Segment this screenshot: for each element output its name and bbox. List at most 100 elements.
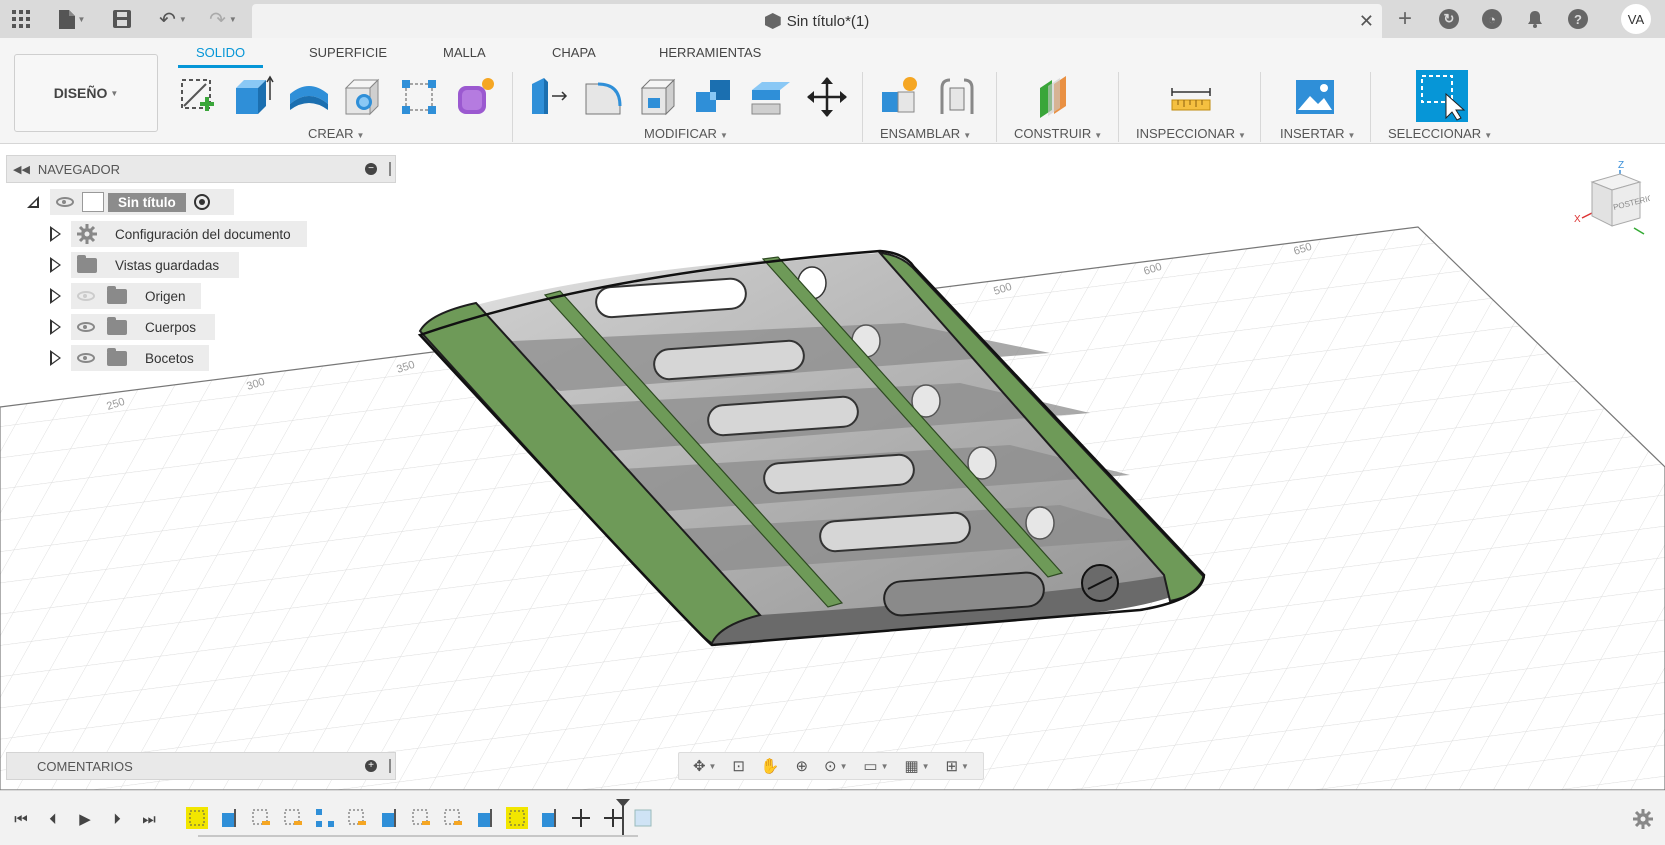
root-component-label[interactable]: Sin título [108,192,186,212]
group-seleccionar[interactable]: SELECCIONAR ▼ [1388,126,1492,141]
tab-superficie[interactable]: SUPERFICIE [309,45,387,60]
group-ensamblar[interactable]: ENSAMBLAR ▼ [880,126,971,141]
extensions-icon[interactable]: ↻ [1437,7,1461,31]
select-window-icon[interactable] [1416,70,1468,122]
new-tab-plus-icon[interactable]: + [1393,5,1417,32]
timeline-component-icon[interactable] [632,807,654,829]
visibility-eye-icon[interactable] [56,197,74,207]
timeline-move-icon[interactable] [570,807,592,829]
redo-button[interactable]: ↷ ▼ [204,6,242,32]
press-pull-icon[interactable] [526,74,572,120]
visibility-eye-icon[interactable] [77,322,95,332]
group-modificar[interactable]: MODIFICAR ▼ [644,126,728,141]
close-icon[interactable]: ✕ [1359,11,1374,32]
tab-herramientas[interactable]: HERRAMIENTAS [659,45,761,60]
tab-solido[interactable]: SOLIDO [196,45,245,60]
grid-settings-icon[interactable]: ▦ ▼ [904,757,929,775]
notifications-bell-icon[interactable] [1523,7,1547,31]
timeline-marker[interactable] [616,799,630,835]
browser-node-sketches[interactable]: Bocetos [50,345,209,371]
group-inspeccionar[interactable]: INSPECCIONAR ▼ [1136,126,1246,141]
create-form-icon[interactable] [452,74,498,120]
expand-triangle-icon[interactable] [50,257,61,273]
timeline-sketch-icon[interactable] [186,807,208,829]
add-circle-icon[interactable]: + [365,760,377,772]
panel-grip-icon[interactable] [389,759,391,773]
collapse-double-arrow-icon[interactable]: ◀◀ [13,163,30,176]
job-status-icon[interactable]: ◔ [1480,7,1504,31]
orbit-icon[interactable]: ✥ ▼ [693,757,717,775]
expand-triangle-icon[interactable] [26,195,40,209]
group-construir[interactable]: CONSTRUIR ▼ [1014,126,1102,141]
play-icon[interactable]: ▶ [74,809,96,829]
group-insertar[interactable]: INSERTAR ▼ [1280,126,1355,141]
timeline-sketch-icon[interactable] [346,807,368,829]
combine-icon[interactable] [692,74,738,120]
move-copy-icon[interactable] [804,74,850,120]
timeline-extrude-icon[interactable] [474,807,496,829]
browser-node-bodies[interactable]: Cuerpos [50,314,215,340]
expand-triangle-icon[interactable] [50,288,61,304]
workspace-switcher[interactable]: DISEÑO ▼ [14,54,158,132]
fillet-icon[interactable] [582,74,628,120]
go-to-start-icon[interactable]: ⏮ [10,809,32,829]
timeline-extrude-icon[interactable] [378,807,400,829]
create-sketch-icon[interactable] [176,74,222,120]
viewports-icon[interactable]: ⊞ ▼ [945,757,969,775]
file-menu-button[interactable]: ▼ [54,6,90,32]
shell-icon[interactable] [636,74,682,120]
expand-triangle-icon[interactable] [50,226,61,242]
new-component-icon[interactable] [878,74,924,120]
revolve-icon[interactable] [286,74,332,120]
browser-root-node[interactable]: Sin título [26,189,234,215]
pattern-icon[interactable] [396,74,442,120]
data-panel-grid-icon[interactable] [10,6,32,32]
timeline-sketch-icon[interactable] [410,807,432,829]
expand-triangle-icon[interactable] [50,319,61,335]
offset-plane-icon[interactable] [1034,74,1080,120]
step-forward-icon[interactable]: ⏵ [106,809,128,829]
zoom-icon[interactable]: ⊕ [795,757,808,775]
display-settings-icon[interactable]: ▭ ▼ [863,757,888,775]
timeline-pattern-icon[interactable] [314,807,336,829]
document-tab[interactable]: Sin título*(1) ✕ [252,4,1382,38]
measure-icon[interactable] [1168,74,1214,120]
timeline-sketch-icon[interactable] [506,807,528,829]
timeline-sketch-icon[interactable] [250,807,272,829]
browser-node-origin[interactable]: Origen [50,283,201,309]
step-back-icon[interactable]: ⏴ [42,809,64,829]
go-to-end-icon[interactable]: ⏭ [138,809,160,829]
comments-title: COMENTARIOS [37,758,133,774]
browser-panel-header[interactable]: ◀◀ NAVEGADOR − [6,155,396,183]
insert-image-icon[interactable] [1292,74,1338,120]
timeline-sketch-icon[interactable] [442,807,464,829]
browser-node-settings[interactable]: Configuración del documento [50,221,307,247]
joint-icon[interactable] [934,74,980,120]
pan-hand-icon[interactable]: ✋ [761,757,780,775]
look-at-icon[interactable]: ⊡ [732,757,745,775]
activate-radio-icon[interactable] [193,194,210,210]
visibility-eye-icon[interactable] [77,353,95,363]
expand-triangle-icon[interactable] [50,350,61,366]
timeline-sketch-icon[interactable] [282,807,304,829]
comments-panel-header[interactable]: COMENTARIOS + [6,752,396,780]
group-crear[interactable]: CREAR ▼ [308,126,364,141]
tab-chapa[interactable]: CHAPA [552,45,596,60]
extrude-icon[interactable] [230,74,276,120]
timeline-extrude-icon[interactable] [218,807,240,829]
hole-icon[interactable] [340,74,386,120]
timeline-extrude-icon[interactable] [538,807,560,829]
panel-grip-icon[interactable] [389,162,391,176]
browser-node-saved-views[interactable]: Vistas guardadas [50,252,239,278]
fit-window-icon[interactable]: ⊙ ▼ [824,757,848,775]
offset-face-icon[interactable] [748,74,794,120]
undo-button[interactable]: ↶ ▼ [154,6,192,32]
minimize-circle-icon[interactable]: − [365,163,377,175]
viewcube[interactable]: Z X POSTERIOR [1572,160,1650,238]
visibility-eye-off-icon[interactable] [77,291,95,301]
timeline-settings-gear-icon[interactable] [1633,809,1653,829]
help-icon[interactable]: ? [1566,7,1590,31]
tab-malla[interactable]: MALLA [443,45,486,60]
save-button[interactable] [110,6,134,32]
user-avatar[interactable]: VA [1621,4,1651,34]
